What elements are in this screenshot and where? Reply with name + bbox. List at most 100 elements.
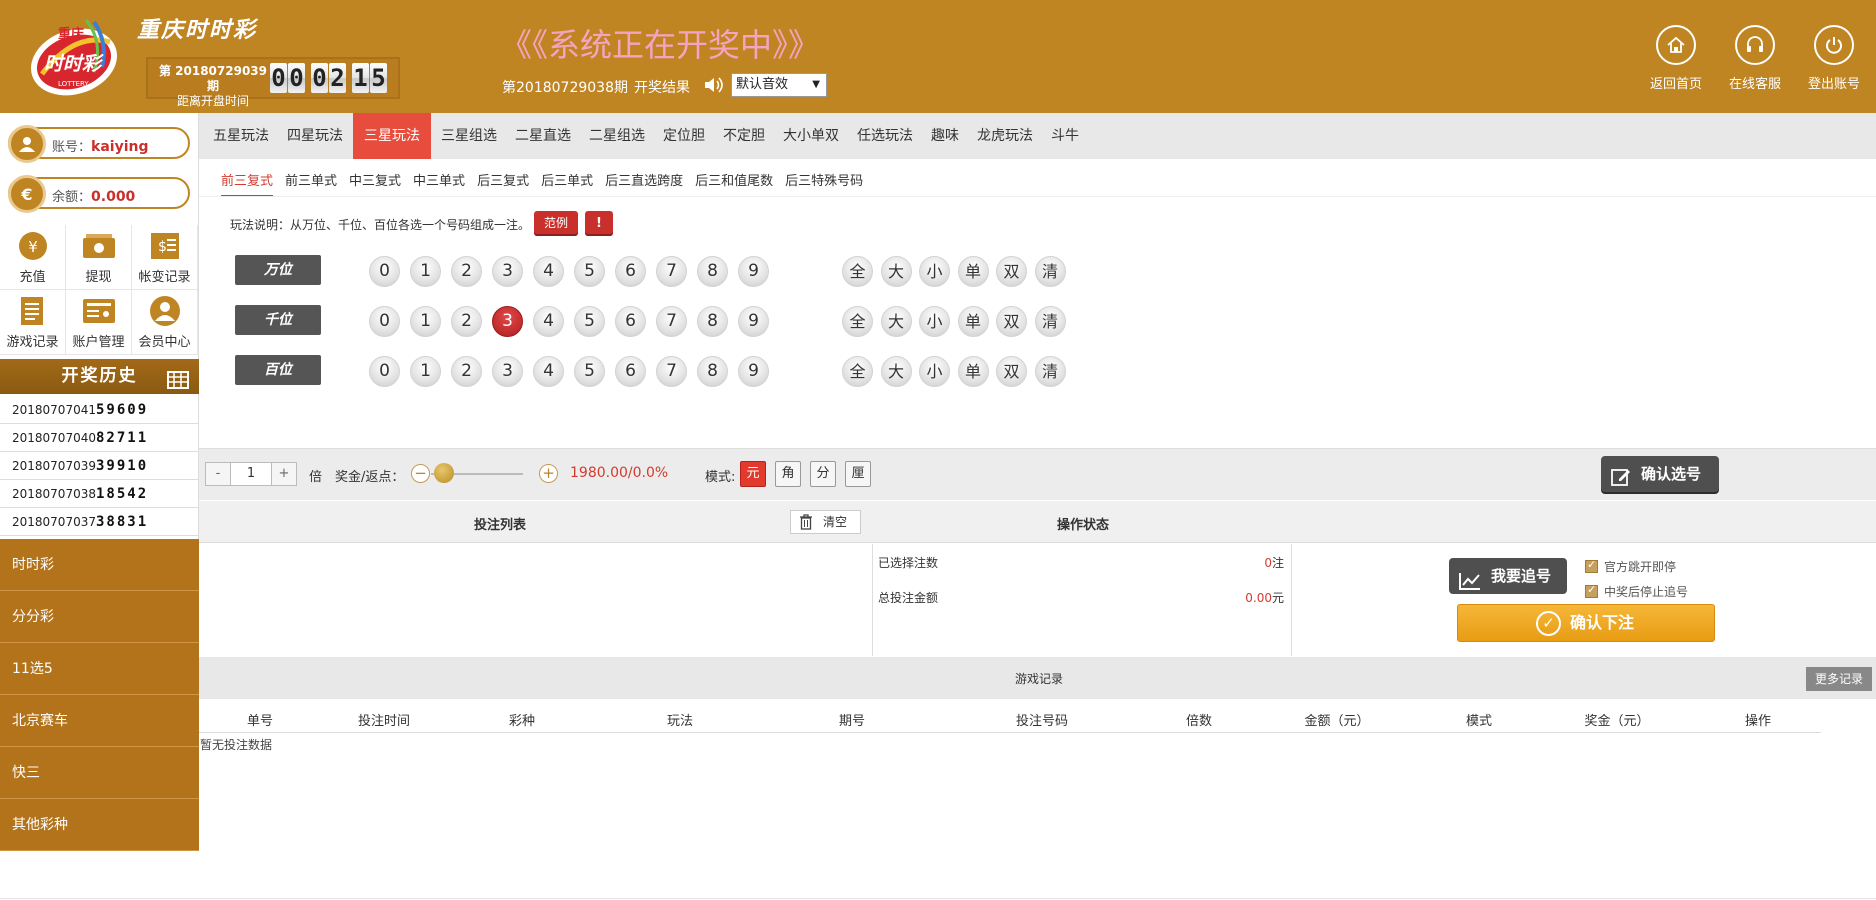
number-ball[interactable]: 4 [533,256,564,287]
sub-tab[interactable]: 中三单式 [413,170,465,197]
quick-account[interactable]: 账户管理 [66,290,132,355]
number-ball[interactable]: 0 [369,306,400,337]
number-ball[interactable]: 7 [656,356,687,387]
number-ball[interactable]: 7 [656,306,687,337]
play-tab[interactable]: 趣味 [923,113,967,159]
quick-pick-button[interactable]: 小 [919,356,950,387]
nav-logout[interactable]: 登出账号 [1808,25,1860,92]
sound-select[interactable]: 默认音效 ▼ [731,73,827,97]
quick-pick-button[interactable]: 大 [880,306,912,337]
number-ball[interactable]: 4 [533,306,564,337]
number-ball[interactable]: 8 [697,256,728,287]
number-ball[interactable]: 0 [369,256,400,287]
mode-jiao-button[interactable]: 角 [775,461,801,487]
number-ball[interactable]: 6 [615,306,646,337]
mode-li-button[interactable]: 厘 [845,461,871,487]
number-ball[interactable]: 6 [615,356,646,387]
play-tab[interactable]: 龙虎玩法 [969,113,1041,159]
number-ball[interactable]: 5 [574,356,605,387]
quick-member[interactable]: 会员中心 [132,290,198,355]
quick-withdraw[interactable]: 提现 [66,225,132,290]
number-ball[interactable]: 5 [574,306,605,337]
number-ball[interactable]: 8 [697,356,728,387]
more-records-button[interactable]: 更多记录 [1806,667,1872,691]
sub-tab[interactable]: 中三复式 [349,170,401,197]
number-ball[interactable]: 9 [738,306,769,337]
number-ball[interactable]: 5 [574,256,605,287]
multiplier-minus-button[interactable]: - [206,463,230,485]
sub-tab[interactable]: 前三单式 [285,170,337,197]
number-ball[interactable]: 4 [533,356,564,387]
quick-pick-button[interactable]: 双 [996,356,1027,387]
category-item[interactable]: 时时彩 [0,539,199,591]
number-ball[interactable]: 8 [697,306,728,337]
sub-tab[interactable]: 后三复式 [477,170,529,197]
clear-button[interactable]: 清空 [790,510,861,534]
confirm-selection-button[interactable]: 确认选号 [1601,456,1719,492]
sub-tab[interactable]: 后三直选跨度 [605,170,683,197]
play-tab[interactable]: 二星直选 [507,113,579,159]
play-tab[interactable]: 三星组选 [433,113,505,159]
stop-on-win-checkbox[interactable]: 中奖后停止追号 [1585,583,1688,600]
calendar-icon[interactable] [167,367,189,389]
nav-service[interactable]: 在线客服 [1729,25,1781,92]
number-ball[interactable]: 9 [738,356,769,387]
number-ball[interactable]: 2 [451,256,482,287]
number-ball[interactable]: 2 [451,356,482,387]
sub-tab[interactable]: 后三和值尾数 [695,170,773,197]
quick-game-records[interactable]: 游戏记录 [0,290,66,355]
number-ball[interactable]: 1 [410,256,441,287]
mode-yuan-button[interactable]: 元 [740,461,766,487]
quick-pick-button[interactable]: 单 [957,256,989,287]
mode-fen-button[interactable]: 分 [810,461,836,487]
number-ball[interactable]: 6 [615,256,646,287]
play-tab[interactable]: 五星玩法 [205,113,277,159]
rebate-plus-button[interactable]: + [539,464,558,483]
category-item[interactable]: 北京赛车 [0,695,199,747]
play-tab[interactable]: 四星玩法 [279,113,351,159]
quick-pick-button[interactable]: 清 [1034,256,1066,287]
quick-pick-button[interactable]: 全 [842,356,873,387]
chase-button[interactable]: 我要追号 [1449,558,1567,594]
play-tab[interactable]: 二星组选 [581,113,653,159]
number-ball[interactable]: 9 [738,256,769,287]
quick-ledger[interactable]: $ 帐变记录 [132,225,198,290]
quick-pick-button[interactable]: 小 [919,306,950,337]
number-ball[interactable]: 2 [451,306,482,337]
quick-pick-button[interactable]: 清 [1034,306,1066,337]
number-ball[interactable]: 7 [656,256,687,287]
quick-pick-button[interactable]: 全 [842,256,873,287]
category-item[interactable]: 其他彩种 [0,799,199,851]
number-ball[interactable]: 3 [492,256,523,287]
play-tab[interactable]: 大小单双 [775,113,847,159]
quick-recharge[interactable]: ¥ 充值 [0,225,66,290]
nav-home[interactable]: 返回首页 [1650,25,1702,92]
rebate-minus-button[interactable]: − [411,464,430,483]
speaker-icon[interactable] [703,75,725,95]
quick-pick-button[interactable]: 小 [919,256,950,287]
quick-pick-button[interactable]: 双 [996,256,1027,287]
sub-tab[interactable]: 后三单式 [541,170,593,197]
play-tab[interactable]: 定位胆 [655,113,713,159]
play-tab[interactable]: 斗牛 [1043,113,1087,159]
sub-tab[interactable]: 前三复式 [221,170,274,197]
category-item[interactable]: 11选5 [0,643,199,695]
play-tab[interactable]: 不定胆 [715,113,773,159]
category-item[interactable]: 分分彩 [0,591,199,643]
quick-pick-button[interactable]: 单 [957,356,989,387]
number-ball[interactable]: 3 [492,306,523,337]
multiplier-input[interactable]: 1 [230,463,272,485]
quick-pick-button[interactable]: 双 [996,306,1027,337]
category-item[interactable]: 快三 [0,747,199,799]
number-ball[interactable]: 3 [492,356,523,387]
play-tab[interactable]: 三星玩法 [353,113,431,159]
quick-pick-button[interactable]: 大 [880,356,912,387]
number-ball[interactable]: 0 [369,356,400,387]
confirm-bet-button[interactable]: ✓ 确认下注 [1457,604,1715,642]
quick-pick-button[interactable]: 清 [1034,356,1066,387]
quick-pick-button[interactable]: 全 [842,306,873,337]
sub-tab[interactable]: 后三特殊号码 [785,170,863,197]
quick-pick-button[interactable]: 单 [957,306,989,337]
stop-on-official-checkbox[interactable]: 官方跳开即停 [1585,558,1676,575]
multiplier-plus-button[interactable]: + [272,463,296,485]
